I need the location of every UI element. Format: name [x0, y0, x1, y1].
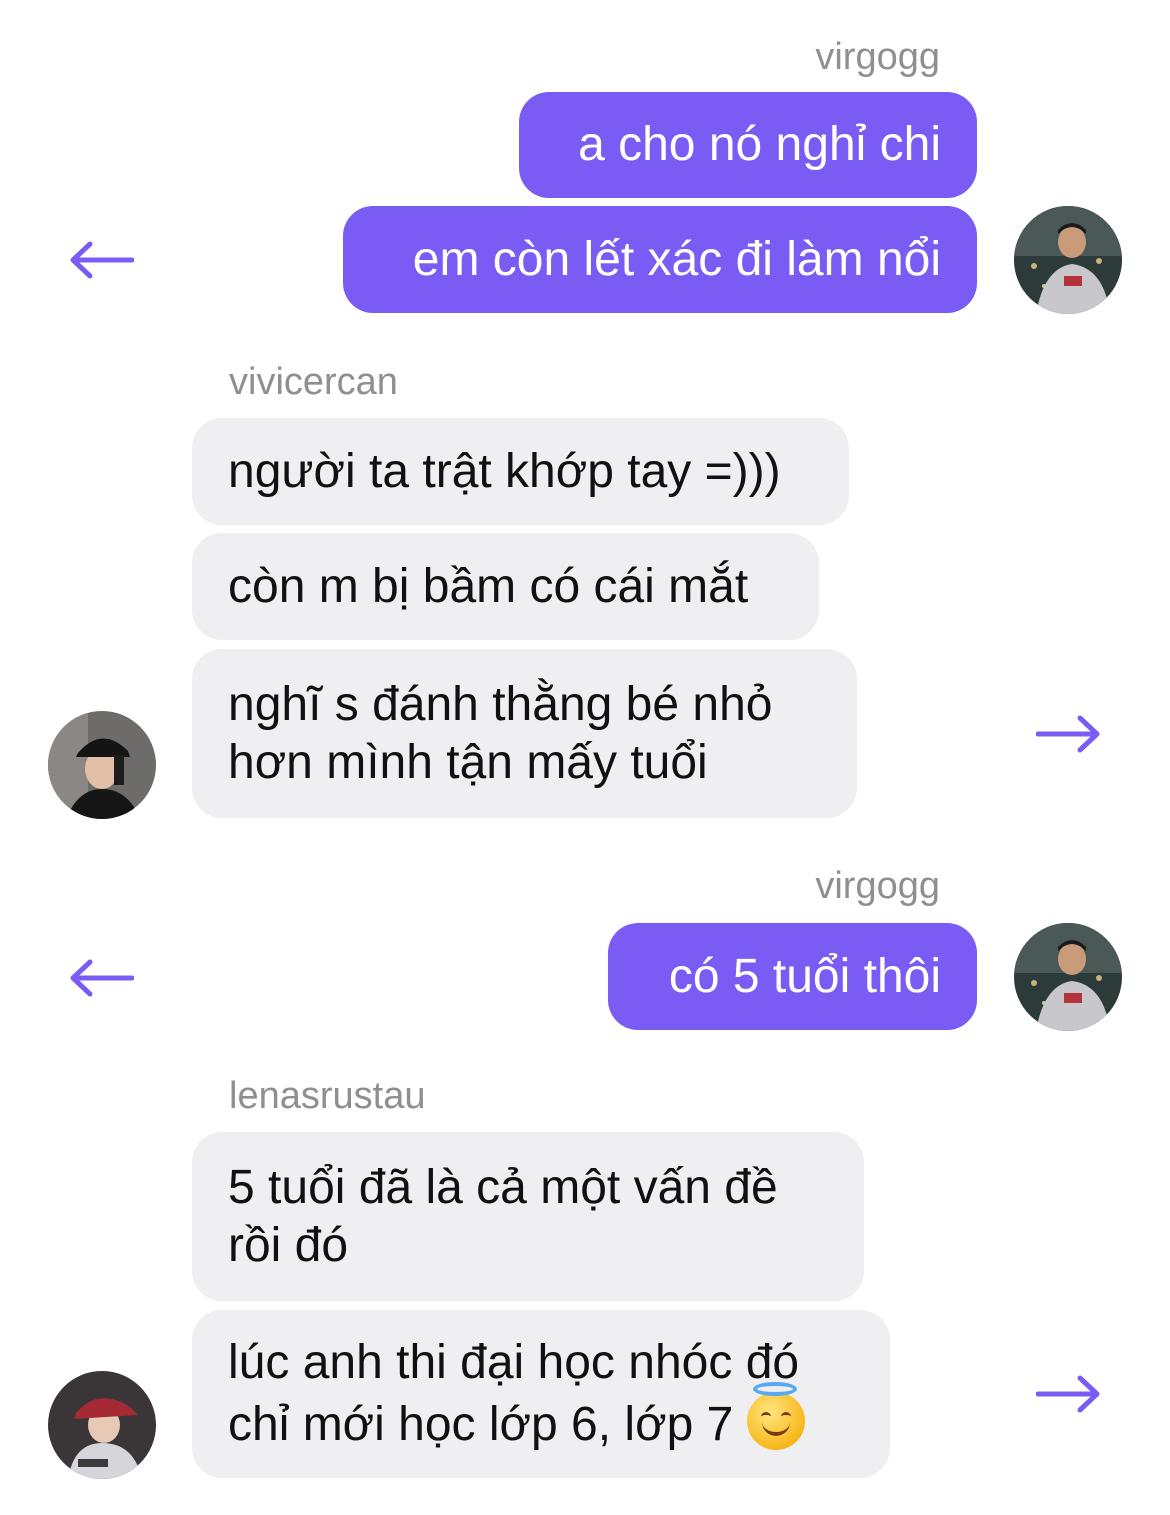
- message-bubble[interactable]: người ta trật khớp tay =))): [192, 418, 849, 525]
- user-avatar-virgogg[interactable]: [1014, 923, 1122, 1031]
- arrow-left-icon[interactable]: [68, 958, 134, 998]
- arrow-left-icon[interactable]: [68, 240, 134, 280]
- message-bubble[interactable]: có 5 tuổi thôi: [608, 923, 977, 1030]
- message-bubble[interactable]: a cho nó nghỉ chi: [519, 92, 977, 198]
- sender-name: lenasrustau: [229, 1075, 426, 1117]
- message-text: em còn lết xác đi làm nổi: [412, 232, 941, 286]
- message-bubble[interactable]: em còn lết xác đi làm nổi: [343, 206, 977, 313]
- message-text: nghĩ s đánh thằng bé nhỏ hơn mình tận mấ…: [228, 677, 773, 789]
- message-text: người ta trật khớp tay =))): [228, 444, 781, 498]
- message-text: lúc anh thi đại học nhóc đó chỉ mới học …: [228, 1334, 806, 1454]
- sender-name: vivicercan: [229, 361, 398, 403]
- message-bubble[interactable]: còn m bị bầm có cái mắt: [192, 533, 819, 640]
- message-text: còn m bị bầm có cái mắt: [228, 559, 749, 613]
- message-bubble[interactable]: lúc anh thi đại học nhóc đó chỉ mới học …: [192, 1310, 890, 1478]
- message-text: 5 tuổi đã là cả một vấn đề rồi đó: [228, 1160, 778, 1272]
- message-text: có 5 tuổi thôi: [668, 949, 941, 1003]
- arrow-right-icon[interactable]: [1036, 714, 1102, 754]
- user-avatar-vivicercan[interactable]: [48, 711, 156, 819]
- user-avatar-virgogg[interactable]: [1014, 206, 1122, 314]
- sender-name: virgogg: [815, 36, 940, 78]
- user-avatar-lenasrustau[interactable]: [48, 1371, 156, 1479]
- message-bubble[interactable]: 5 tuổi đã là cả một vấn đề rồi đó: [192, 1132, 864, 1301]
- arrow-right-icon[interactable]: [1036, 1374, 1102, 1414]
- message-text: a cho nó nghỉ chi: [578, 118, 941, 171]
- message-bubble[interactable]: nghĩ s đánh thằng bé nhỏ hơn mình tận mấ…: [192, 649, 857, 818]
- smiling-face-with-halo-icon: [747, 1382, 806, 1450]
- sender-name: virgogg: [815, 865, 940, 907]
